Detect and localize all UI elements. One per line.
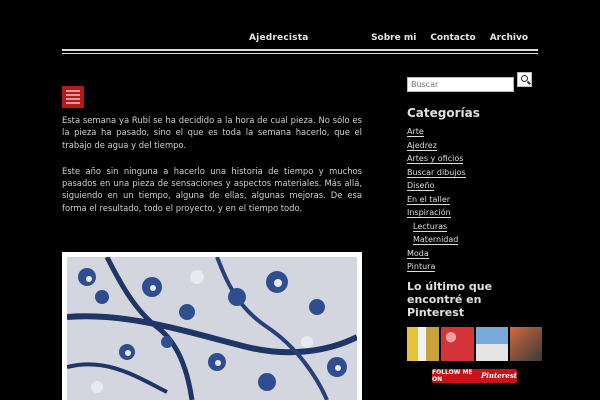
sidebar: Categorías Arte Ajedrez Artes y oficios … (407, 72, 542, 383)
blossom-image (67, 257, 357, 400)
search-input[interactable] (407, 77, 514, 92)
pinterest-logo: Pinterest (480, 371, 517, 380)
category-link[interactable]: Moda (407, 247, 542, 261)
search-icon[interactable] (517, 72, 532, 87)
menu-item-archive[interactable]: Archivo (490, 33, 528, 43)
category-link[interactable]: En el taller (407, 193, 542, 207)
categories-list: Arte Ajedrez Artes y oficios Buscar dibu… (407, 125, 542, 274)
category-link[interactable]: Ajedrez (407, 139, 542, 153)
pin-thumbnail[interactable] (509, 326, 542, 361)
post-photo[interactable] (62, 252, 362, 400)
category-link[interactable]: Arte (407, 125, 542, 139)
category-link[interactable]: Artes y oficios (407, 152, 542, 166)
category-link[interactable]: Lecturas (407, 220, 542, 234)
category-link[interactable]: Maternidad (407, 233, 542, 247)
site-title[interactable]: Ajedrecista (249, 33, 309, 43)
header-divider (62, 49, 538, 54)
pin-thumbnail[interactable] (441, 326, 474, 361)
category-link[interactable]: Pintura (407, 260, 542, 274)
pinterest-thumbnails (407, 326, 542, 361)
pinterest-title: Lo último que encontré en Pinterest (407, 279, 493, 319)
post-icon (62, 86, 84, 108)
menu-item-contact[interactable]: Contacto (430, 33, 475, 43)
pinterest-follow-button[interactable]: FOLLOW ME ON Pinterest (432, 368, 517, 383)
top-navigation: Ajedrecista Sobre mi Contacto Archivo (0, 30, 600, 48)
pin-thumbnail[interactable] (475, 326, 508, 361)
category-link[interactable]: Buscar dibujos (407, 166, 542, 180)
pin-thumbnail[interactable] (407, 326, 440, 361)
categories-title: Categorías (407, 106, 480, 120)
menu-item-about[interactable]: Sobre mi (371, 33, 416, 43)
blog-post: Esta semana ya Rubí se ha decidido a la … (62, 86, 362, 228)
main-menu: Sobre mi Contacto Archivo (371, 33, 528, 43)
post-paragraph: Este año sin ninguna a hacerlo una histo… (62, 165, 362, 213)
category-link[interactable]: Inspiración (407, 206, 542, 220)
category-link[interactable]: Diseño (407, 179, 542, 193)
post-paragraph: Esta semana ya Rubí se ha decidido a la … (62, 115, 362, 150)
